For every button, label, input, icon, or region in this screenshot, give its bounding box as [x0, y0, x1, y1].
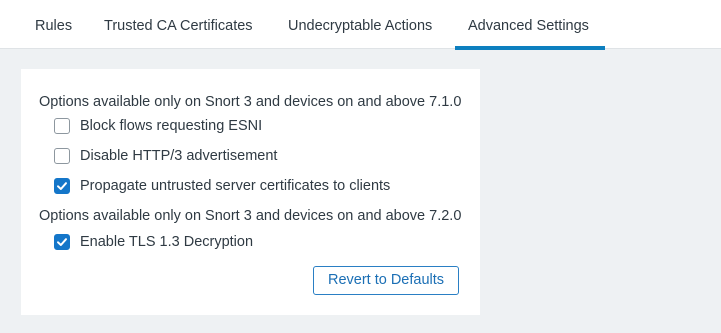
tab-advanced-settings-label: Advanced Settings: [468, 18, 589, 34]
propagate-untrusted-certs-label: Propagate untrusted server certificates …: [80, 178, 391, 194]
tab-advanced-settings[interactable]: Advanced Settings: [455, 0, 605, 50]
tab-undecryptable-actions[interactable]: Undecryptable Actions: [288, 0, 434, 49]
option-disable-http3[interactable]: Disable HTTP/3 advertisement: [54, 147, 277, 165]
active-tab-indicator: [455, 46, 605, 50]
checkmark-icon: [57, 182, 67, 190]
option-enable-tls13-decryption[interactable]: Enable TLS 1.3 Decryption: [54, 233, 253, 251]
option-propagate-untrusted-certs[interactable]: Propagate untrusted server certificates …: [54, 177, 390, 195]
tab-undecryptable-actions-label: Undecryptable Actions: [288, 18, 433, 34]
block-esni-checkbox[interactable]: [54, 118, 70, 134]
advanced-settings-panel: Options available only on Snort 3 and de…: [21, 69, 480, 315]
propagate-untrusted-certs-checkbox[interactable]: [54, 178, 70, 194]
tab-rules[interactable]: Rules: [35, 0, 73, 49]
section-label-7-1-0: Options available only on Snort 3 and de…: [39, 94, 462, 110]
disable-http3-label: Disable HTTP/3 advertisement: [80, 148, 278, 164]
checkmark-icon: [57, 238, 67, 246]
tab-trusted-ca-certificates[interactable]: Trusted CA Certificates: [104, 0, 254, 49]
tab-rules-label: Rules: [35, 18, 73, 34]
tab-bar: Rules Trusted CA Certificates Undecrypta…: [0, 0, 721, 50]
option-block-esni[interactable]: Block flows requesting ESNI: [54, 117, 262, 135]
enable-tls13-decryption-label: Enable TLS 1.3 Decryption: [80, 234, 254, 250]
disable-http3-checkbox[interactable]: [54, 148, 70, 164]
enable-tls13-decryption-checkbox[interactable]: [54, 234, 70, 250]
tab-trusted-ca-certificates-label: Trusted CA Certificates: [104, 18, 253, 34]
revert-to-defaults-button[interactable]: Revert to Defaults: [313, 266, 459, 295]
section-label-7-2-0: Options available only on Snort 3 and de…: [39, 208, 462, 224]
block-esni-label: Block flows requesting ESNI: [80, 118, 263, 134]
